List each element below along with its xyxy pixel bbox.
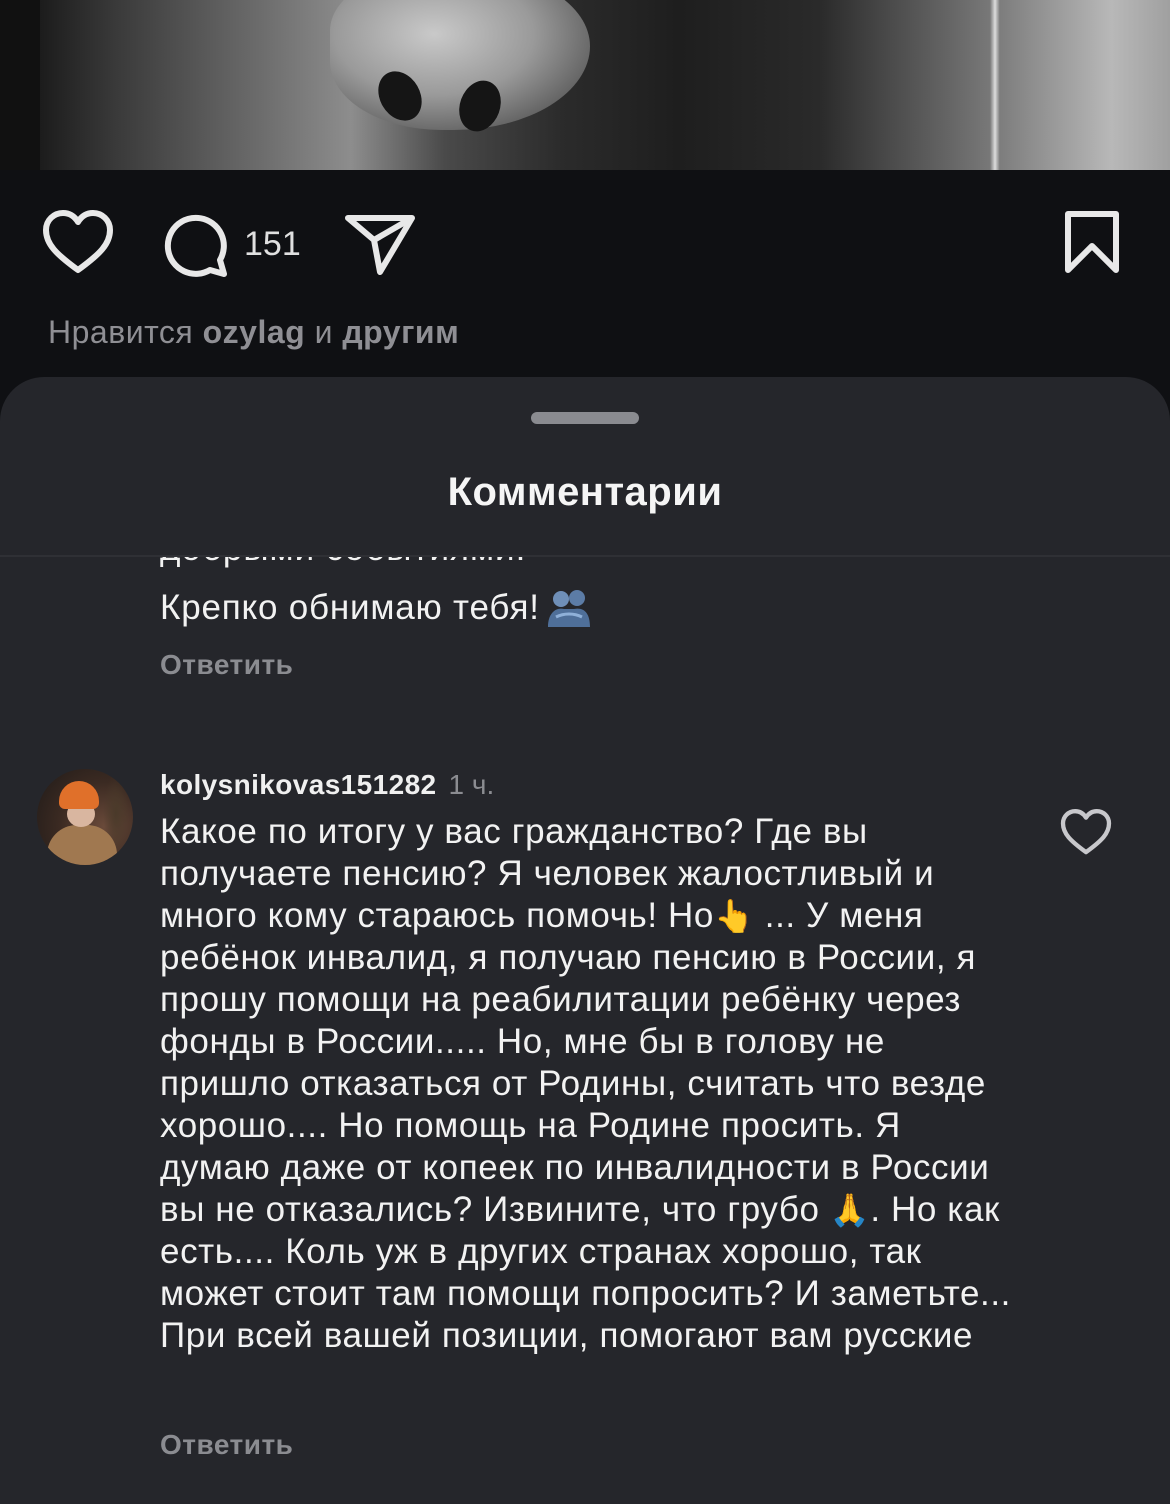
comment-text-part: ... У меня ребёнок инвалид, я получаю пе… bbox=[160, 896, 990, 1229]
like-button[interactable] bbox=[42, 210, 114, 274]
sheet-title: Комментарии bbox=[447, 470, 723, 514]
heart-icon bbox=[43, 210, 113, 273]
likes-summary[interactable]: Нравится ozylag и другим bbox=[48, 314, 459, 351]
comment-bubble-icon bbox=[164, 214, 227, 277]
comment-header: kolysnikovas151282 1 ч. bbox=[160, 769, 494, 801]
reply-button[interactable]: Ответить bbox=[160, 649, 293, 681]
comment-like-button[interactable] bbox=[1060, 809, 1112, 860]
bookmark-icon bbox=[1065, 211, 1119, 273]
save-button[interactable] bbox=[1062, 210, 1122, 274]
comments-sheet: Комментарии добрыми событиями. Крепко об… bbox=[0, 377, 1170, 1504]
avatar-hat bbox=[59, 781, 99, 809]
comment-button[interactable]: 151 bbox=[162, 210, 301, 278]
paper-plane-icon bbox=[345, 215, 415, 275]
pointing-up-emoji: 👆 bbox=[713, 897, 755, 935]
praying-hands-emoji: 🙏 bbox=[829, 1191, 871, 1229]
comment-text: Какое по итогу у вас гражданство? Где вы… bbox=[160, 811, 1020, 1357]
photo-pole bbox=[990, 0, 1000, 170]
likes-user[interactable]: ozylag bbox=[203, 314, 306, 350]
previous-comment-last-line: Крепко обнимаю тебя! bbox=[160, 587, 592, 629]
reply-button[interactable]: Ответить bbox=[160, 1429, 293, 1461]
previous-comment-cut-line: добрыми событиями. bbox=[160, 557, 526, 569]
likes-prefix: Нравится bbox=[48, 314, 194, 350]
comment-username[interactable]: kolysnikovas151282 bbox=[160, 769, 437, 801]
comments-list[interactable]: добрыми событиями. Крепко обнимаю тебя! … bbox=[0, 557, 1170, 1504]
comment-time: 1 ч. bbox=[448, 769, 495, 800]
photo-dark-edge bbox=[0, 0, 40, 170]
avatar[interactable] bbox=[37, 769, 133, 865]
previous-comment-text: Крепко обнимаю тебя! bbox=[160, 588, 540, 627]
post-action-row: 151 bbox=[0, 210, 1170, 280]
comment-count: 151 bbox=[244, 224, 301, 263]
likes-others[interactable]: другим bbox=[342, 314, 459, 350]
post-photo[interactable] bbox=[0, 0, 1170, 170]
share-button[interactable] bbox=[344, 210, 416, 278]
heart-icon bbox=[1060, 809, 1112, 855]
people-hugging-emoji bbox=[546, 587, 592, 629]
likes-joiner: и bbox=[314, 314, 333, 350]
sheet-grabber[interactable] bbox=[531, 412, 639, 424]
